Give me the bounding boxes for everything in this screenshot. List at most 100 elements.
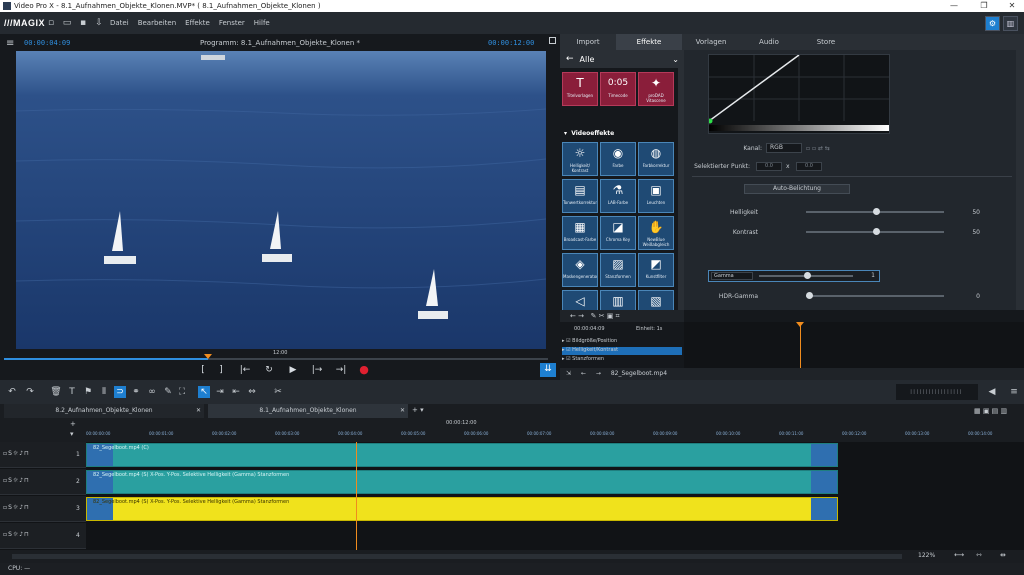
point-x-input[interactable]: 0.0: [756, 161, 782, 171]
timeline-horizontal-scrollbar[interactable]: 122% ⟷ ⇿ ⇹: [0, 550, 1024, 563]
close-tab-icon[interactable]: ✕: [196, 407, 201, 414]
gamma-value[interactable]: 1: [857, 272, 875, 279]
playhead-marker[interactable]: [204, 354, 212, 359]
slider-track[interactable]: [806, 208, 944, 215]
slider-track[interactable]: [806, 292, 944, 299]
maximize-button[interactable]: ❐: [970, 0, 998, 12]
effect-tile[interactable]: ✋ NewBlue Weißabgleich: [638, 216, 674, 250]
track-controls-icon[interactable]: ▫S☼♪⊓: [3, 531, 30, 538]
back-icon[interactable]: ←: [581, 370, 586, 377]
group-icon[interactable]: ∞: [146, 386, 158, 398]
zoom-level[interactable]: 122%: [918, 552, 935, 559]
close-tab-icon[interactable]: ✕: [400, 407, 405, 414]
menu-window[interactable]: Fenster: [219, 19, 245, 27]
zoom-fit-icon[interactable]: ⟷: [954, 551, 964, 559]
effect-tile[interactable]: ◩ Kunstfilter: [638, 253, 674, 287]
track-header[interactable]: ▫S☼♪⊓ 3: [0, 496, 86, 522]
tab-project-82[interactable]: 8.2_Aufnahmen_Objekte_Klonen: [4, 404, 204, 418]
next-marker-icon[interactable]: |→: [310, 364, 324, 376]
record-icon[interactable]: ●: [357, 364, 371, 376]
chevron-down-icon[interactable]: ⌄: [672, 55, 679, 64]
track-header[interactable]: ▫S☼♪⊓ 2: [0, 469, 86, 495]
slider-knob[interactable]: [873, 208, 880, 215]
effect-tile[interactable]: ◉ Farbe: [600, 142, 636, 176]
curve-graph[interactable]: [707, 54, 889, 133]
new-file-icon[interactable]: ▫: [46, 18, 56, 29]
effect-tile[interactable]: ◍ Farbkorrektur: [638, 142, 674, 176]
effect-tile-timecode[interactable]: 0:05 Timecode: [600, 72, 636, 106]
link-icon[interactable]: ⚭: [130, 386, 142, 398]
add-tab-icon[interactable]: + ▾: [412, 406, 424, 414]
track-header[interactable]: ▫S☼♪⊓ 1: [0, 442, 86, 468]
timeline-ruler[interactable]: 00:00:12:00 00:00:00:00 00:00:01:00 00:00:…: [86, 418, 1024, 442]
maximize-monitor-icon[interactable]: [549, 37, 556, 44]
loop-icon[interactable]: ↻: [262, 364, 276, 376]
goto-end-icon[interactable]: →|: [334, 364, 348, 376]
output-settings-icon[interactable]: ⇊: [540, 363, 556, 377]
close-button[interactable]: ✕: [998, 0, 1024, 12]
stretch-mode-icon[interactable]: ⇤: [230, 386, 242, 398]
redo-icon[interactable]: ↷: [24, 386, 36, 398]
tab-templates[interactable]: Vorlagen: [682, 34, 740, 50]
minitl-track-brightness[interactable]: ▸ ☑ Helligkeit/Kontrast: [562, 347, 682, 355]
ripple-icon[interactable]: ⊃: [114, 386, 126, 398]
minimize-button[interactable]: —: [940, 0, 968, 12]
zoom-out-icon[interactable]: ⇿: [976, 551, 982, 559]
tab-store[interactable]: Store: [798, 34, 854, 50]
slider-value[interactable]: 50: [954, 209, 980, 216]
tab-audio[interactable]: Audio: [740, 34, 798, 50]
effect-tile[interactable]: ▨ Stanzformen: [600, 253, 636, 287]
effect-tile[interactable]: ⚗ LAB-Farbe: [600, 179, 636, 213]
track-controls-icon[interactable]: ▫S☼♪⊓: [3, 450, 30, 457]
collapse-icon[interactable]: ⇲: [566, 370, 571, 377]
marker-icon[interactable]: ⚑: [82, 386, 94, 398]
prev-marker-icon[interactable]: |←: [238, 364, 252, 376]
zoom-in-icon[interactable]: ⇹: [1000, 551, 1006, 559]
delete-icon[interactable]: 🗑: [50, 386, 62, 398]
nav-arrows-icon[interactable]: ← → ✎ ✂ ▣ ⌗: [560, 310, 684, 322]
range-mode-icon[interactable]: ⇥: [214, 386, 226, 398]
slider-track[interactable]: [806, 228, 944, 235]
curve-editor[interactable]: [707, 54, 890, 134]
menu-file[interactable]: Datei: [110, 19, 129, 27]
effect-tile[interactable]: ▦ Broadcast-Farbe: [562, 216, 598, 250]
edit-icon[interactable]: ✎: [162, 386, 174, 398]
mark-in-icon[interactable]: [: [196, 364, 210, 376]
track-settings-icon[interactable]: ▾: [70, 430, 74, 438]
back-arrow-icon[interactable]: ←: [566, 54, 574, 64]
undo-icon[interactable]: ↶: [6, 386, 18, 398]
export-icon[interactable]: ⇩: [94, 18, 104, 29]
mixer-icon[interactable]: ≡: [1008, 386, 1020, 398]
open-folder-icon[interactable]: ▭: [62, 18, 72, 29]
volume-icon[interactable]: ◀: [986, 386, 998, 398]
track-header[interactable]: ▫S☼♪⊓ 4: [0, 523, 86, 549]
gamma-mode-select[interactable]: Gamma: [711, 272, 753, 280]
title-icon[interactable]: T: [66, 386, 78, 398]
snapshot-icon[interactable]: ⛶: [176, 386, 188, 398]
slider-knob[interactable]: [873, 228, 880, 235]
minitl-playhead[interactable]: [796, 322, 804, 327]
auto-exposure-button[interactable]: Auto-Belichtung: [744, 184, 850, 194]
channel-tool-icons[interactable]: ▫ ▫ ⇄ ⇆: [806, 145, 830, 152]
videoeffects-section-header[interactable]: ▾ Videoeffekte: [564, 130, 614, 137]
layout-toggle-icon[interactable]: ⚙: [985, 16, 1000, 31]
menu-effects[interactable]: Effekte: [185, 19, 210, 27]
settings-scrollbar[interactable]: [1016, 50, 1024, 310]
preview-scrubber[interactable]: 12:00: [0, 350, 560, 360]
panel-layout-icon[interactable]: ▥: [1003, 16, 1018, 31]
timeline-clip[interactable]: 82_Segelboot.mp4 (S) X-Pos. Y-Pos. Selek…: [86, 497, 838, 521]
minitl-track-position[interactable]: ▸ ☑ Bildgröße/Position: [562, 338, 682, 346]
menu-help[interactable]: Hilfe: [254, 19, 270, 27]
split-icon[interactable]: ⫴: [98, 386, 110, 398]
slider-knob[interactable]: [806, 292, 813, 299]
effect-tile-vitascene[interactable]: ✦ proDAD Vitascene: [638, 72, 674, 106]
save-icon[interactable]: ▪: [78, 18, 88, 29]
timeline-playhead[interactable]: [356, 442, 357, 550]
tab-import[interactable]: Import: [560, 34, 616, 50]
menu-edit[interactable]: Bearbeiten: [138, 19, 176, 27]
mouse-mode-icon[interactable]: ↖: [198, 386, 210, 398]
mark-out-icon[interactable]: ]: [214, 364, 228, 376]
effect-tile-title-templates[interactable]: T Titelvorlagen: [562, 72, 598, 106]
point-y-input[interactable]: 0.0: [796, 161, 822, 171]
slider-value[interactable]: 50: [954, 229, 980, 236]
